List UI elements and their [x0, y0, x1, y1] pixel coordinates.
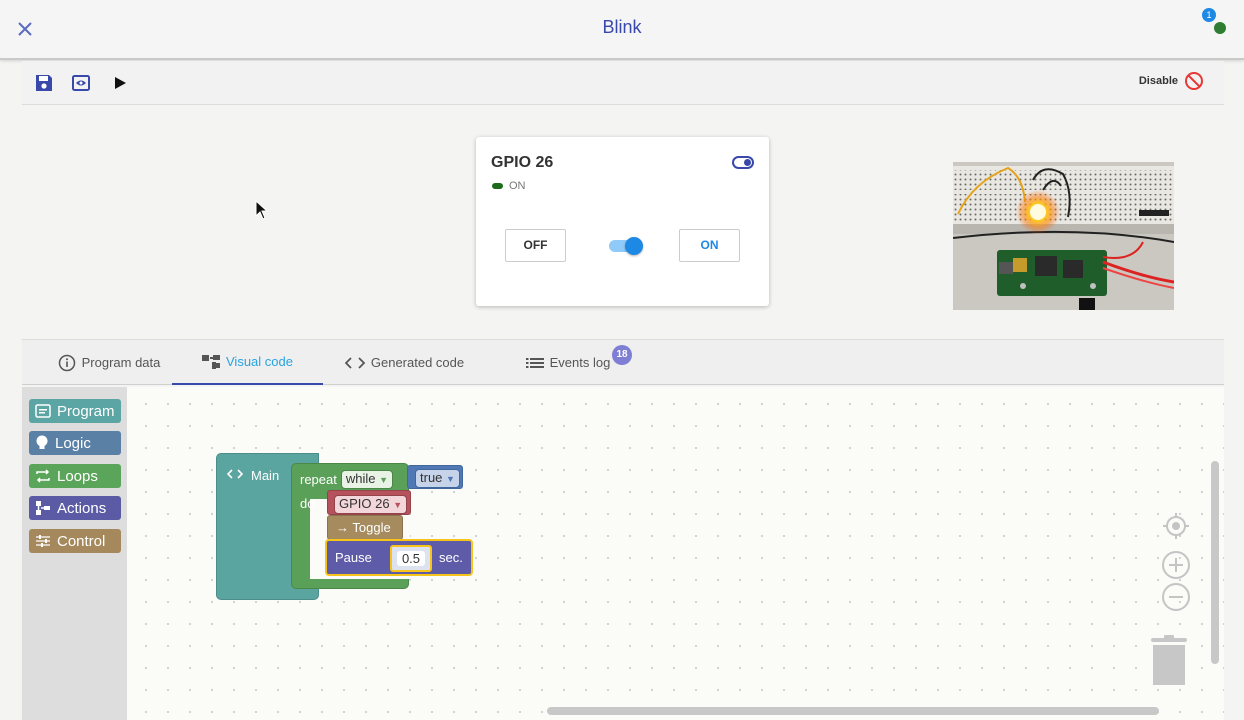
category-logic[interactable]: Logic	[29, 431, 121, 455]
horizontal-scrollbar[interactable]	[547, 707, 1159, 715]
blocks-icon	[202, 354, 220, 369]
while-dropdown[interactable]: while ▼	[340, 470, 394, 489]
tab-bar: Program data Visual code Generated code …	[22, 339, 1224, 385]
events-count-badge: 18	[612, 345, 632, 365]
gpio-dropdown[interactable]: GPIO 26 ▼	[334, 495, 408, 514]
connection-status[interactable]: 1	[1200, 7, 1230, 37]
dropdown-arrow-icon: ▼	[379, 475, 389, 485]
code-icon	[344, 356, 365, 369]
led-indicator-icon	[492, 183, 503, 189]
info-icon	[58, 354, 75, 371]
zoom-out-icon[interactable]	[1160, 581, 1192, 613]
preview-icon[interactable]	[70, 72, 92, 94]
tab-generated-code[interactable]: Generated code	[332, 340, 477, 385]
tab-label: Generated code	[370, 355, 465, 370]
status-dot-icon	[1214, 22, 1226, 34]
save-icon[interactable]	[33, 72, 55, 94]
code-icon	[227, 469, 243, 479]
trash-icon[interactable]	[1149, 635, 1189, 687]
tab-program-data[interactable]: Program data	[44, 340, 174, 385]
pause-label: Pause	[335, 550, 372, 565]
gpio-switch[interactable]	[609, 237, 643, 255]
pause-value[interactable]: 0.5	[397, 551, 425, 566]
vertical-scrollbar[interactable]	[1211, 461, 1219, 664]
toggle-label: Toggle	[352, 520, 391, 535]
gpio-block[interactable]: GPIO 26 ▼	[327, 490, 411, 515]
block-icon	[1185, 72, 1203, 90]
toggle-icon[interactable]	[732, 156, 754, 169]
list-icon	[525, 357, 544, 368]
arrow-right-icon: →	[336, 520, 349, 535]
dropdown-arrow-icon: ▼	[446, 474, 455, 484]
program-icon	[35, 404, 51, 418]
recenter-icon[interactable]	[1160, 510, 1192, 542]
category-label: Actions	[57, 499, 107, 517]
category-control[interactable]: Control	[29, 529, 121, 553]
tab-label: Program data	[81, 355, 161, 370]
true-label: true	[420, 470, 443, 485]
category-loops[interactable]: Loops	[29, 464, 121, 488]
do-label: do	[300, 496, 315, 511]
page-title: Blink	[602, 17, 642, 37]
while-label: while	[345, 471, 376, 486]
disable-label: Disable	[1138, 75, 1178, 87]
zoom-in-icon[interactable]	[1160, 549, 1192, 581]
sec-label: sec.	[439, 550, 463, 565]
true-block[interactable]: true ▼	[407, 465, 463, 489]
gpio-card: GPIO 26 ON OFF ON	[476, 137, 769, 306]
toolbar: Disable	[22, 61, 1224, 105]
category-label: Program	[57, 402, 115, 420]
pause-block[interactable]: Pause 0.5 sec.	[325, 539, 473, 576]
disable-button[interactable]: Disable	[1139, 71, 1204, 91]
gpio-state: ON	[492, 180, 526, 192]
on-button[interactable]: ON	[679, 229, 740, 262]
true-dropdown[interactable]: true ▼	[415, 469, 460, 488]
actions-icon	[36, 501, 50, 515]
tab-visual-code[interactable]: Visual code	[172, 340, 323, 385]
device-photo	[953, 162, 1174, 310]
blocks-workspace[interactable]: Main repeat while ▼ do true ▼ GPIO 26 ▼ …	[127, 387, 1224, 720]
tab-label: Visual code	[226, 354, 293, 369]
switch-knob	[625, 237, 643, 255]
sliders-icon	[36, 535, 50, 547]
category-program[interactable]: Program	[29, 399, 121, 423]
category-label: Loops	[57, 467, 98, 485]
toggle-block[interactable]: → Toggle	[327, 515, 403, 540]
main-panel: GPIO 26 ON OFF ON	[22, 106, 1224, 338]
gpio-label: GPIO 26	[339, 496, 390, 511]
off-button[interactable]: OFF	[505, 229, 566, 262]
category-label: Logic	[55, 434, 91, 452]
main-block-label: Main	[251, 468, 280, 483]
mouse-cursor-icon	[255, 200, 269, 220]
category-actions[interactable]: Actions	[29, 496, 121, 520]
repeat-label: repeat	[300, 472, 337, 487]
dropdown-arrow-icon: ▼	[393, 500, 403, 510]
loop-icon	[36, 469, 50, 483]
tab-events-log[interactable]: Events log 18	[518, 340, 632, 385]
gpio-card-title: GPIO 26	[491, 154, 554, 171]
title-bar: Blink 1	[0, 0, 1244, 60]
category-label: Control	[57, 532, 106, 550]
notification-badge: 1	[1202, 8, 1216, 22]
run-icon[interactable]	[109, 72, 131, 94]
lightbulb-icon	[36, 435, 48, 449]
pause-value-block[interactable]: 0.5	[390, 545, 432, 572]
gpio-state-label: ON	[509, 180, 526, 192]
blocks-toolbox: Program Logic Loops Actions Control	[22, 387, 127, 720]
tab-label: Events log	[549, 355, 611, 370]
